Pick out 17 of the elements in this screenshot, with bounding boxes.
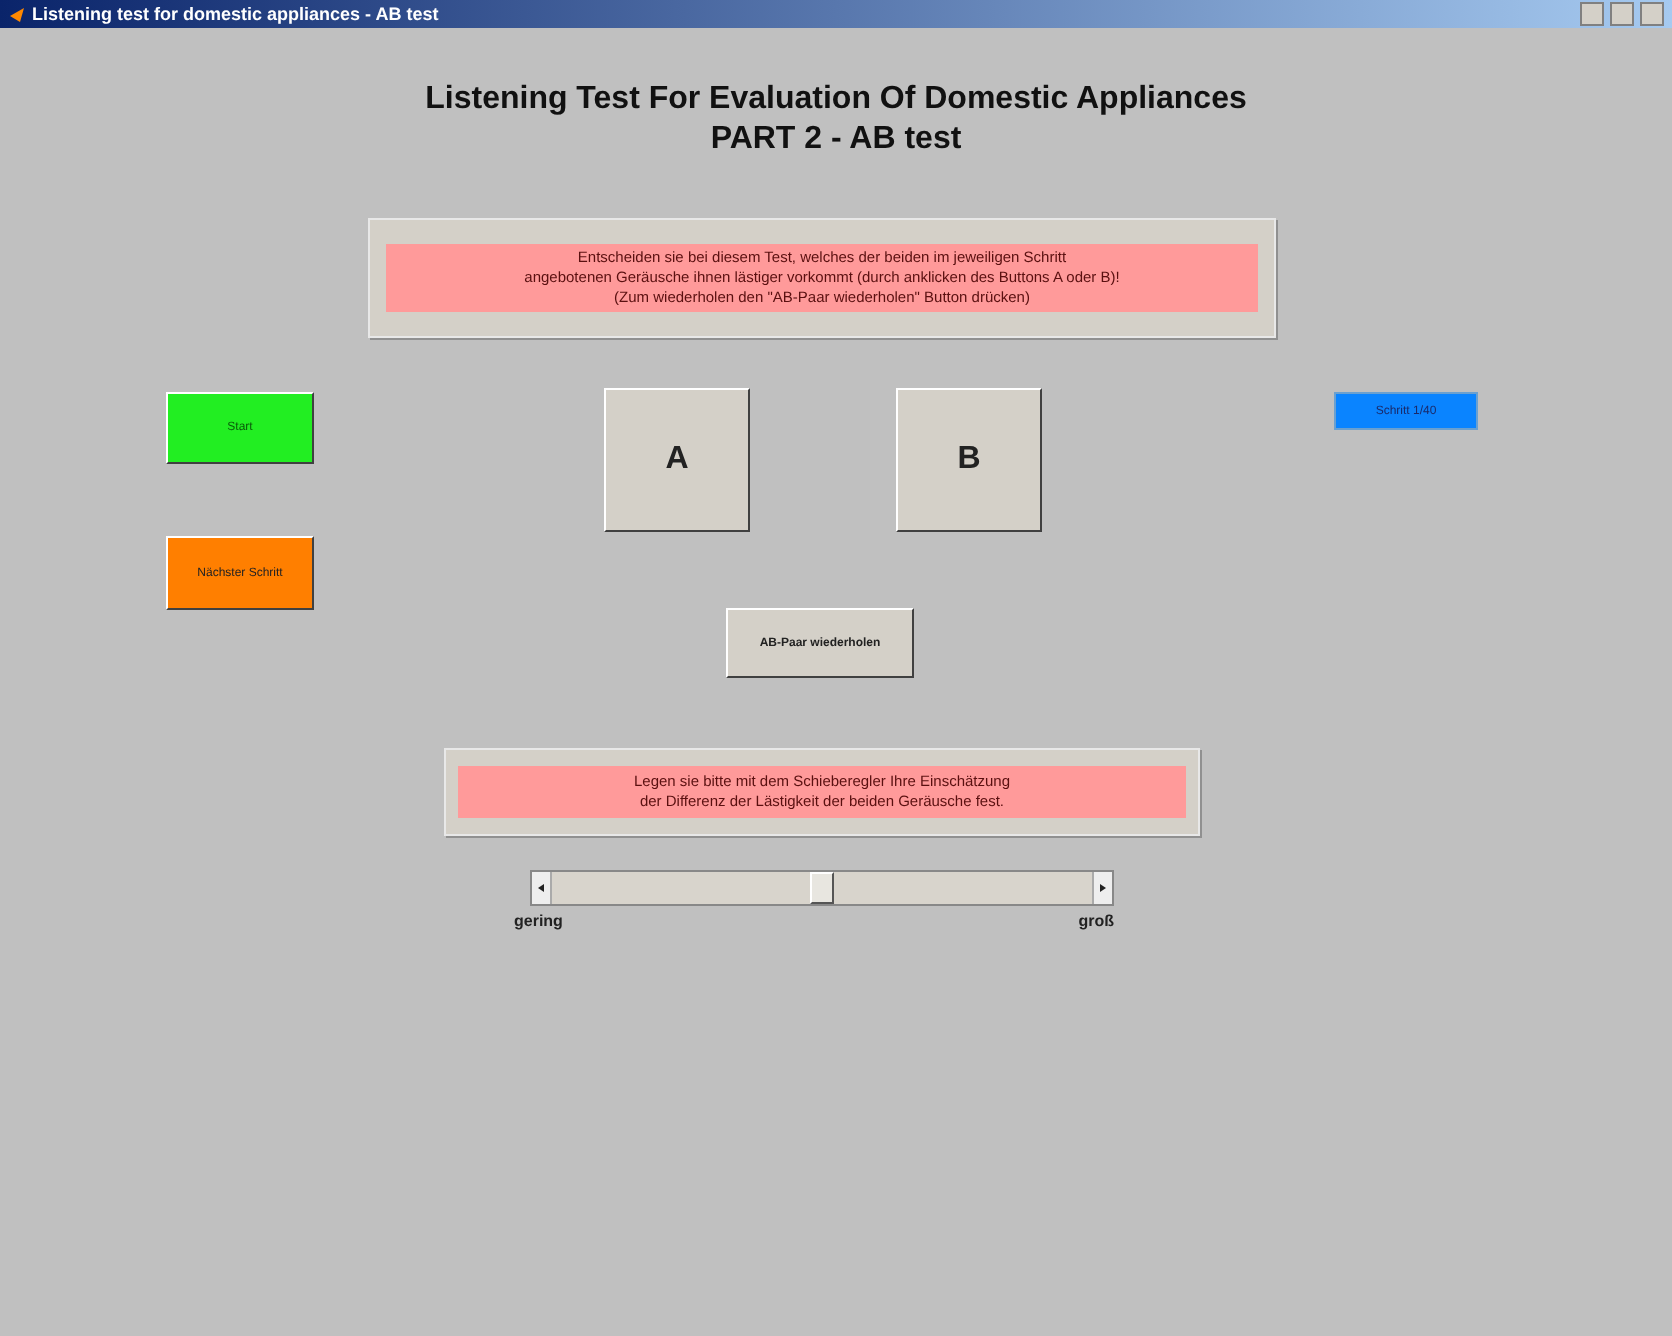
max-label: groß (1078, 912, 1114, 930)
min-label: gering (514, 912, 563, 930)
left-arrow-button[interactable] (532, 872, 552, 904)
choice-button[interactable]: B (896, 388, 1042, 532)
heading-subtitle: PART 2 - AB test (708, 120, 964, 160)
close-icon[interactable] (1640, 2, 1664, 26)
left-arrow-icon (538, 884, 544, 892)
heading-title: Listening Test For Evaluation Of Domestic Appliances (423, 80, 1249, 120)
slider-thumb[interactable] (810, 872, 834, 904)
right-arrow-button[interactable] (1092, 872, 1112, 904)
minimize-icon[interactable] (1580, 2, 1604, 26)
window-title: Listening test for domestic appliances - AB test (32, 4, 441, 24)
app-icon (8, 5, 26, 23)
rating-slider[interactable] (530, 870, 1114, 906)
maximize-icon[interactable] (1610, 2, 1634, 26)
right-arrow-icon (1100, 884, 1106, 892)
choice-button[interactable]: A (604, 388, 750, 532)
